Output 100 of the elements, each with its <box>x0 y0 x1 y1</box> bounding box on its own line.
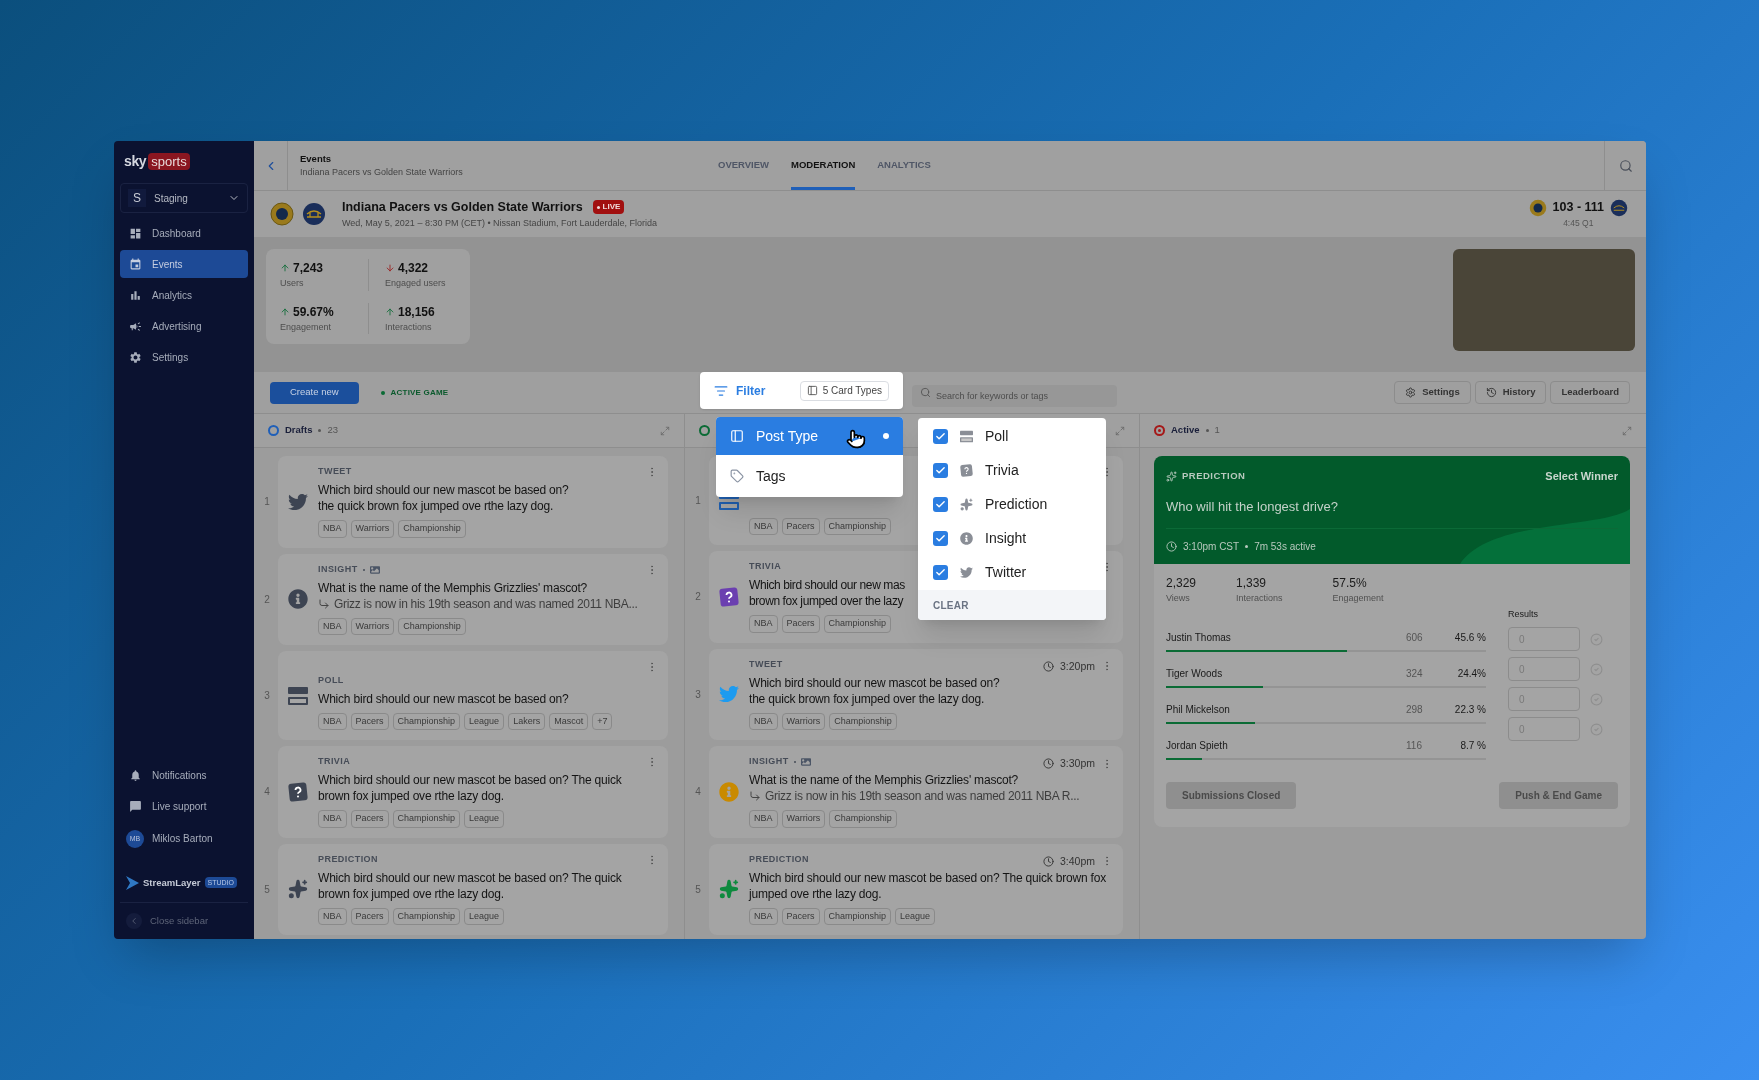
checkbox[interactable] <box>933 530 948 546</box>
row-number: 3 <box>694 687 702 702</box>
nav-item[interactable]: Live support <box>120 792 248 821</box>
stat-value: 7,243 <box>293 260 324 277</box>
metric-label: Views <box>1166 592 1191 605</box>
card-type-label: TWEET <box>318 465 352 479</box>
stat-label: Interactions <box>385 320 433 334</box>
dot-separator <box>1245 545 1249 548</box>
post-card[interactable]: INSIGHT What is the name of the Memphis Grizzlies' mascot? Grizz is now in his 19th season and was named 2011 NBA R... NBA Warriors Championship 3:30pm <box>709 746 1123 838</box>
stat-label: Engaged users <box>385 277 447 290</box>
tag-chip: NBA <box>749 712 778 730</box>
clear-button[interactable]: CLEAR <box>933 597 969 613</box>
user-name: Miklos Barton <box>152 832 213 847</box>
type-option[interactable]: Trivia <box>918 453 1106 487</box>
toolbar-button[interactable]: Leaderboard <box>1550 381 1630 404</box>
checkbox[interactable] <box>933 462 948 478</box>
filter-icon <box>714 383 728 398</box>
nav-item[interactable]: Advertising <box>120 312 248 340</box>
expand-icon[interactable] <box>660 425 670 436</box>
row-number: 1 <box>263 495 271 510</box>
card-question: Which bird should our new mascot be based on? <box>318 482 569 498</box>
nav-item[interactable]: Settings <box>120 343 248 371</box>
create-new-button[interactable]: Create new <box>270 381 359 404</box>
search-icon <box>920 387 931 398</box>
vote-percent: 22.3 % <box>1453 702 1486 717</box>
post-card[interactable]: PREDICTION Which bird should our new mascot be based on? The quick brown fox jumped ove rthe lazy dog. NBA Pacers Championship League <box>278 843 668 935</box>
stat-value: 4,322 <box>398 260 429 277</box>
nav-item[interactable]: Dashboard <box>120 219 248 247</box>
type-option[interactable]: Poll <box>918 419 1106 453</box>
game-status: ACTIVE GAME <box>390 386 449 399</box>
row-number: 3 <box>263 689 271 703</box>
vote-count: 116 <box>1406 738 1423 753</box>
column-count: 1 <box>1214 423 1220 438</box>
clock-icon <box>1042 660 1054 672</box>
tag-chip: Championship <box>392 907 461 925</box>
filter-menu-item[interactable]: Post Type <box>716 417 903 455</box>
scheduled-time: 3:30pm <box>1059 756 1095 771</box>
checkmark-icon <box>935 498 946 510</box>
nav-item[interactable]: Notifications <box>120 761 248 790</box>
checkbox[interactable] <box>933 564 948 580</box>
checkbox[interactable] <box>933 428 948 444</box>
question-icon <box>288 781 308 802</box>
toolbar-button[interactable]: History <box>1474 381 1547 404</box>
poll-icon <box>960 429 973 443</box>
tag-chip: Warriors <box>781 810 826 828</box>
nav-label: Notifications <box>152 769 207 784</box>
post-card[interactable]: PREDICTION Which bird should our new mascot be based on? The quick brown fox jumped ove rthe lazy dog. NBA Pacers Championship League 3:40pm <box>709 843 1123 935</box>
type-option[interactable]: Prediction <box>918 487 1106 521</box>
clock-icon <box>1166 541 1177 552</box>
game-score: 103 - 111 <box>1552 199 1604 217</box>
card-type-label: TRIVIA <box>318 755 351 769</box>
vote-count: 606 <box>1406 630 1424 645</box>
card-type-label: PREDICTION <box>1182 469 1246 484</box>
search-field[interactable]: Search for keywords or tags <box>912 384 1117 407</box>
toolbar-button[interactable]: Settings <box>1394 381 1471 404</box>
expand-icon[interactable] <box>1622 425 1632 436</box>
vote-percent: 45.6 % <box>1453 630 1486 645</box>
select-winner-button[interactable]: Select Winner <box>1545 468 1618 485</box>
game-clock: 4:45 Q1 <box>1563 217 1594 230</box>
row-number: 5 <box>263 882 271 897</box>
column-count: 23 <box>327 423 339 438</box>
results-label: Results <box>1508 607 1539 621</box>
card-question: the quick brown fox jumped ove rthe lazy dog. <box>318 498 554 514</box>
nav-item[interactable]: Analytics <box>120 281 248 309</box>
tag-chip: League <box>464 712 505 730</box>
nav-icon <box>129 350 142 364</box>
tag-chip: Pacers <box>781 615 820 633</box>
scheduled-time: 3:40pm <box>1059 853 1095 869</box>
tag-chip: Championship <box>823 615 892 633</box>
tag-chip: Lakers <box>508 712 546 730</box>
tag-chip: Warriors <box>350 617 395 635</box>
expand-icon[interactable] <box>1115 425 1125 436</box>
post-card[interactable]: POLL Which bird should our new mascot be based on? NBA Pacers Championship League Lakers Mascot +7 <box>278 651 668 740</box>
column-title: Drafts <box>285 423 313 438</box>
filter-button[interactable]: Filter <box>714 381 766 400</box>
tag-chip: NBA <box>318 810 347 828</box>
nav-item[interactable]: Events <box>120 250 248 278</box>
card-question: brown fox jumped over the lazy <box>749 593 904 609</box>
filter-menu-item[interactable]: Tags <box>716 455 903 497</box>
option-name: Tiger Woods <box>1166 666 1224 681</box>
search-icon[interactable] <box>1618 158 1633 173</box>
tag-chip: Pacers <box>350 712 389 730</box>
tag-chip: Mascot <box>549 712 589 730</box>
nav-label: Dashboard <box>152 226 201 241</box>
tag-chip: Championship <box>398 617 466 635</box>
post-card[interactable]: TWEET Which bird should our new mascot be based on? the quick brown fox jumped ove rthe lazy dog. NBA Warriors Championship <box>278 456 668 548</box>
team-logo-icon <box>302 202 326 226</box>
stat-label: Users <box>280 277 305 290</box>
post-card[interactable]: TWEET Which bird should our new mascot be based on? the quick brown fox jumped over the lazy dog. NBA Warriors Championship 3:20pm <box>709 648 1123 740</box>
card-types-button[interactable]: 5 Card Types <box>799 380 889 401</box>
post-card[interactable]: TRIVIA Which bird should our new mascot be based on? The quick brown fox jumped ove rthe lazy dog. NBA Pacers Championship League <box>278 746 668 838</box>
card-answer: Grizz is now in his 19th season and was named 2011 NBA R... <box>765 788 1080 804</box>
type-option[interactable]: Twitter <box>918 555 1106 589</box>
panel-icon <box>730 429 744 443</box>
metric-value: 1,339 <box>1236 575 1268 592</box>
tag-chip: Warriors <box>350 520 395 538</box>
workspace-selector[interactable]: S Staging <box>120 183 248 213</box>
post-card[interactable]: INSIGHT What is the name of the Memphis Grizzlies' mascot? Grizz is now in his 19th season and was named 2011 NBA... NBA Warriors Championship <box>278 553 668 645</box>
checkbox[interactable] <box>933 496 948 512</box>
info-icon <box>719 781 739 802</box>
